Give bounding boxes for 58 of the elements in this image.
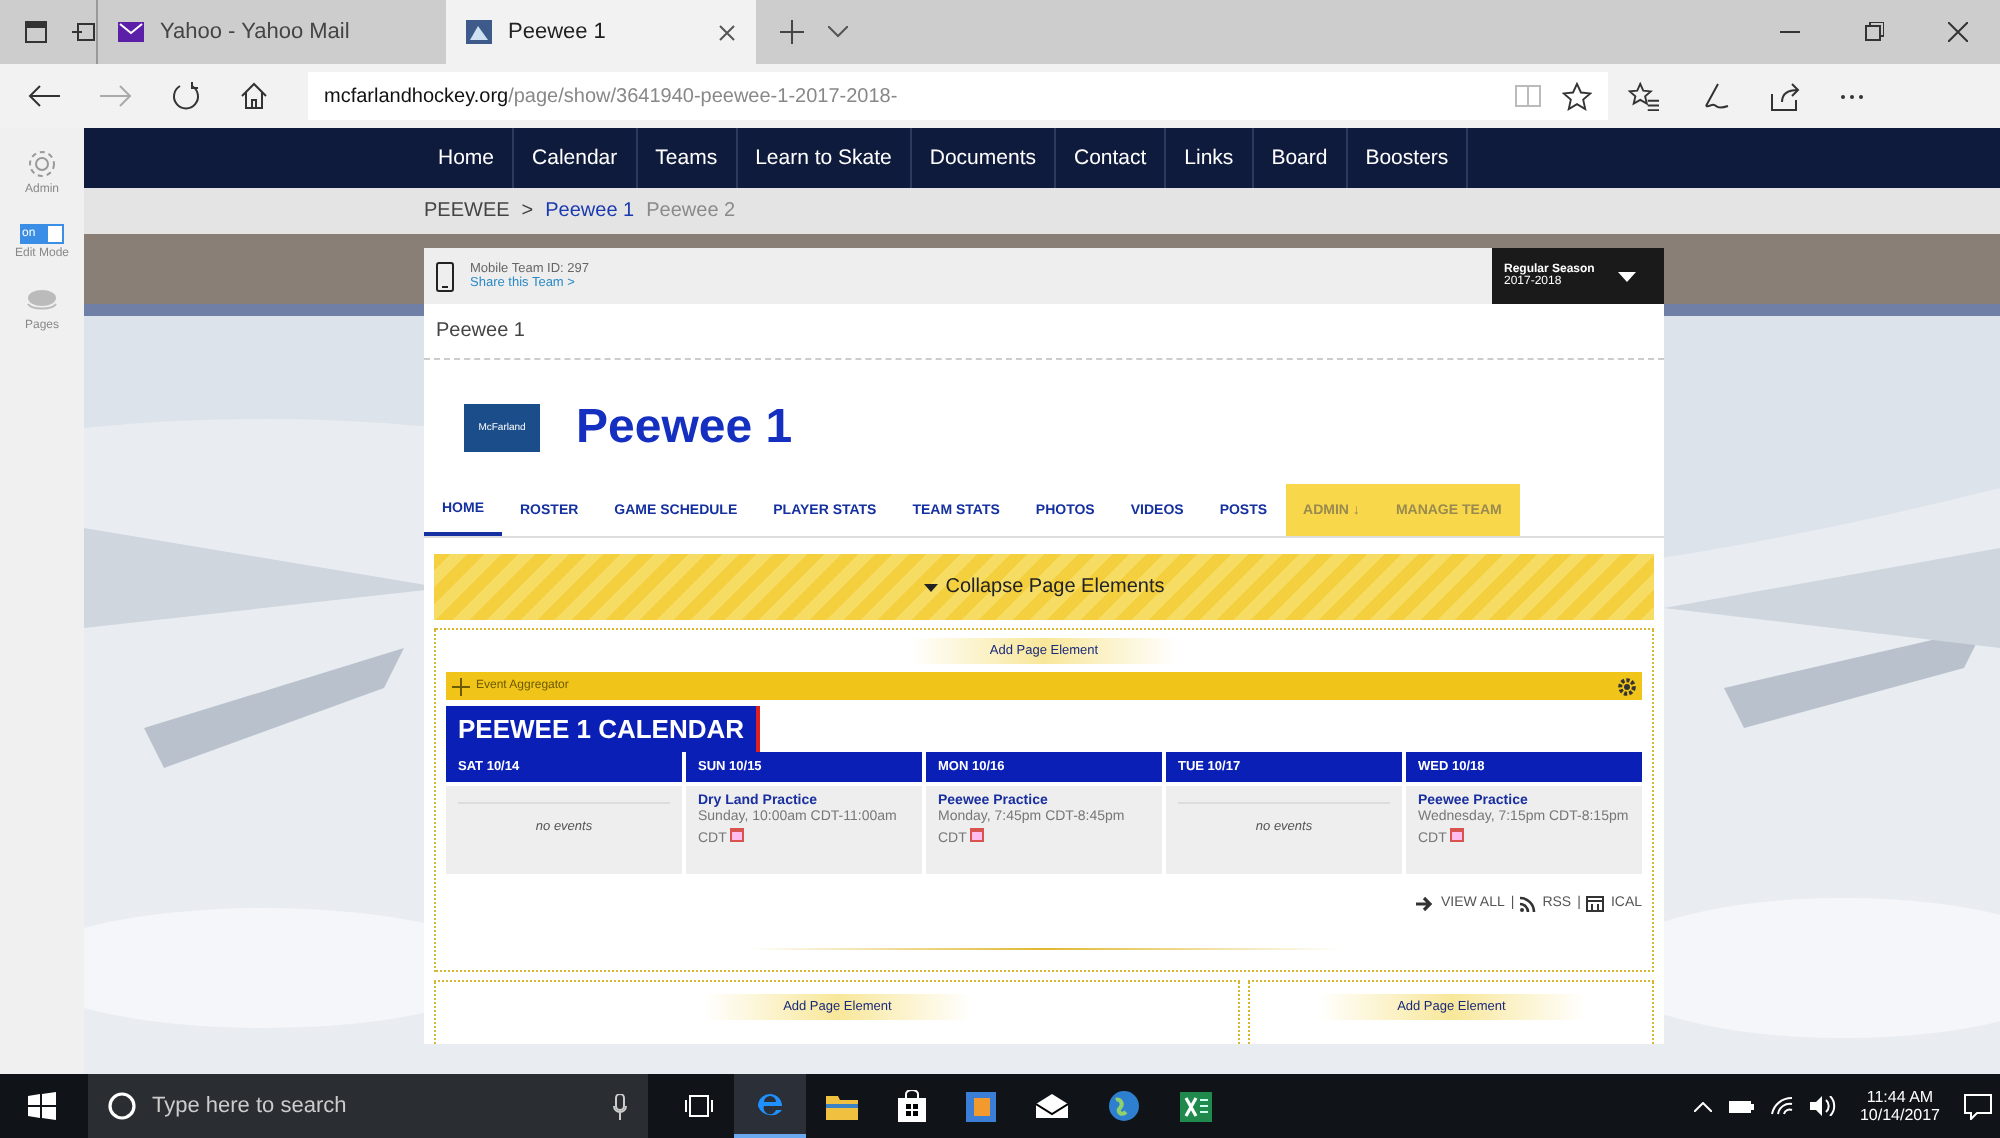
- tab-title: Yahoo - Yahoo Mail: [160, 20, 350, 44]
- globe-icon[interactable]: [1108, 1090, 1140, 1122]
- chevron-up-icon[interactable]: [1693, 1101, 1712, 1111]
- close-tab-icon[interactable]: [718, 23, 736, 41]
- battery-icon[interactable]: [1727, 1099, 1754, 1113]
- refresh-icon[interactable]: [172, 82, 200, 110]
- favorites-icon[interactable]: [1628, 81, 1660, 111]
- browser-icon[interactable]: [754, 1088, 786, 1120]
- tab-title: Peewee 1: [508, 20, 606, 44]
- restore-icon[interactable]: [1864, 22, 1884, 42]
- close-icon[interactable]: [1948, 22, 1968, 42]
- mail-icon: [118, 22, 144, 42]
- volume-icon[interactable]: [1809, 1096, 1836, 1116]
- task-view-icon[interactable]: [684, 1094, 714, 1118]
- folder-icon[interactable]: [826, 1092, 858, 1120]
- site-favicon-icon: [466, 20, 492, 44]
- calendar-icon[interactable]: [730, 827, 745, 842]
- more-icon[interactable]: [1840, 93, 1864, 99]
- settings-icon[interactable]: [1618, 677, 1636, 695]
- breadcrumb-link[interactable]: PEEWEE: [424, 200, 510, 222]
- mail-icon[interactable]: [1036, 1094, 1068, 1118]
- pen-icon[interactable]: [1700, 81, 1730, 111]
- set-aside-tabs-icon[interactable]: [72, 20, 96, 44]
- start-icon[interactable]: [28, 1092, 56, 1120]
- media-player-icon[interactable]: [966, 1091, 996, 1121]
- caret-icon: [923, 583, 938, 591]
- browser-tab[interactable]: Peewee 1: [446, 0, 756, 64]
- clock-date[interactable]: 10/14/2017: [1859, 1106, 1940, 1124]
- page-title: Peewee 1: [424, 304, 1664, 360]
- calendar-title: PEEWEE 1 CALENDAR: [446, 706, 761, 752]
- chevron-down-icon[interactable]: [828, 26, 848, 38]
- notifications-icon[interactable]: [1964, 1093, 1992, 1119]
- home-icon[interactable]: [240, 82, 268, 110]
- calendar-icon[interactable]: [970, 827, 985, 842]
- address-field[interactable]: mcfarlandhockey.org/page/show/3641940-peewee-1-2017-2018-: [308, 72, 1608, 120]
- spreadsheet-icon[interactable]: [1180, 1091, 1212, 1121]
- share-icon[interactable]: [1770, 81, 1800, 111]
- tab-switcher-icon[interactable]: [24, 20, 48, 44]
- breadcrumb-link[interactable]: Peewee 1: [545, 200, 635, 222]
- clock-time[interactable]: 11:44 AM: [1866, 1088, 1934, 1106]
- arrow-right-icon: [1416, 895, 1435, 911]
- star-icon[interactable]: [1562, 81, 1592, 111]
- microphone-icon[interactable]: [612, 1093, 628, 1119]
- calendar-icon[interactable]: [1450, 827, 1465, 842]
- wifi-icon[interactable]: [1769, 1096, 1794, 1116]
- team-name: Peewee 1: [576, 400, 793, 456]
- calendar-icon: [1586, 894, 1605, 912]
- taskbar-search-field[interactable]: Type here to search: [88, 1074, 648, 1138]
- collapse-bar[interactable]: Collapse Page Elements: [434, 554, 1654, 620]
- move-icon[interactable]: [452, 677, 470, 695]
- phone-icon: [436, 261, 454, 291]
- caret-icon: [1618, 271, 1637, 281]
- rss-icon: [1520, 895, 1537, 911]
- back-icon[interactable]: [28, 84, 60, 108]
- new-tab-icon[interactable]: [780, 20, 804, 44]
- breadcrumb-separator: >: [521, 200, 534, 222]
- store-icon[interactable]: [898, 1090, 926, 1122]
- search-icon: [108, 1092, 136, 1120]
